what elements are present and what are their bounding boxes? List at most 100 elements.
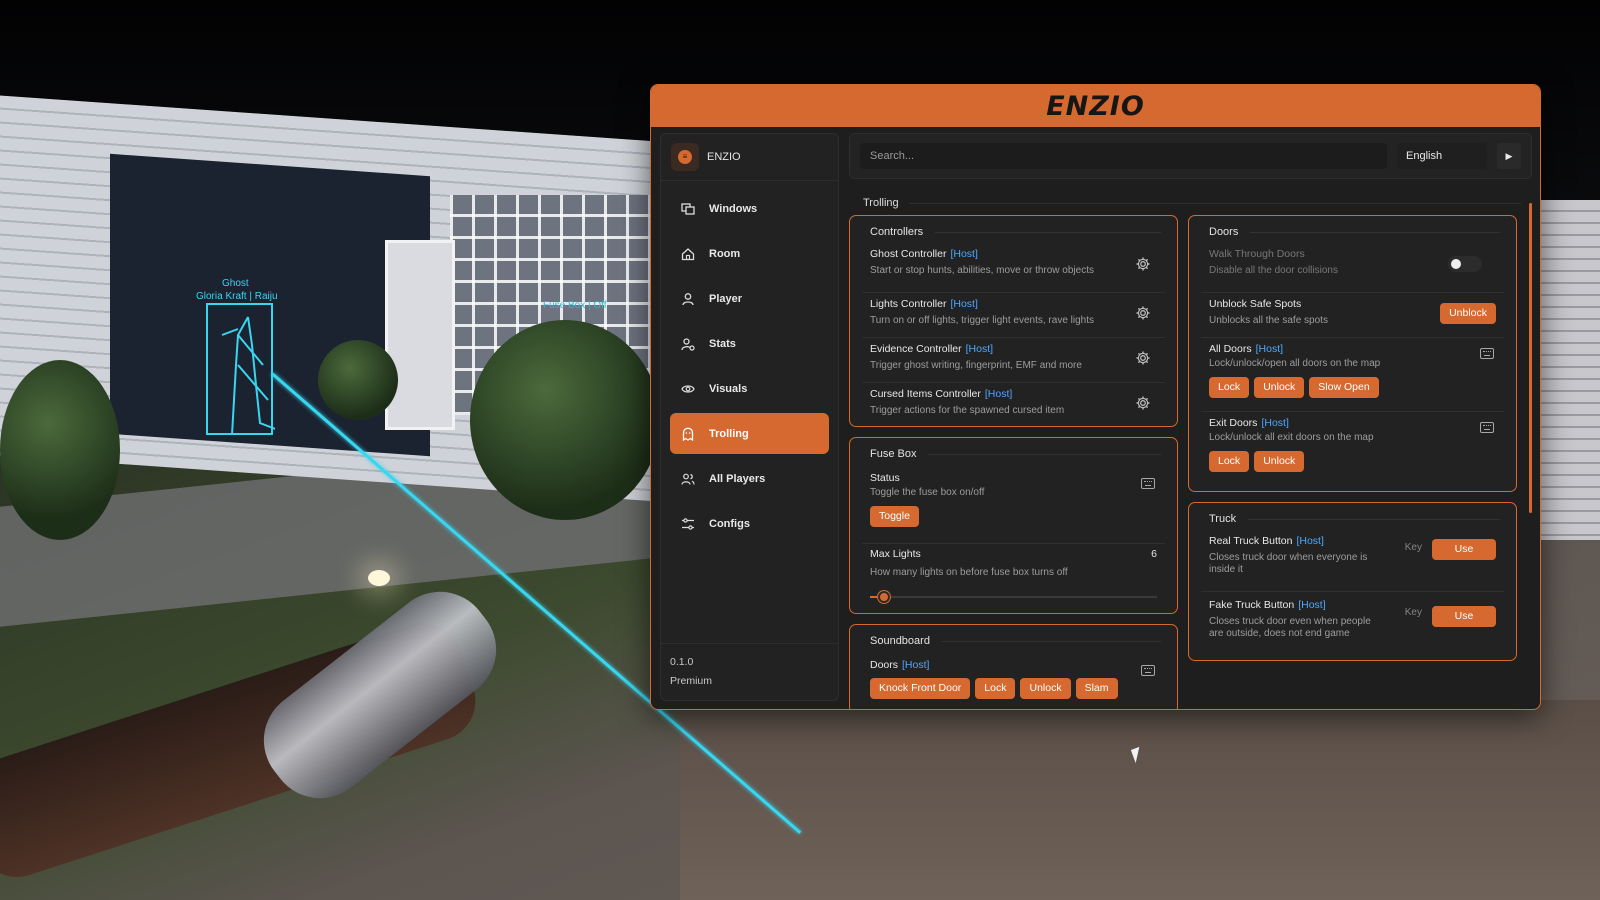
exit-doors-lock-button[interactable]: Lock	[1209, 451, 1250, 472]
row-title: Lights Controller	[870, 298, 947, 310]
sidebar-footer: 0.1.0 Premium	[661, 643, 838, 700]
host-tag: [Host]	[1261, 417, 1289, 429]
esp-ghost-name: Gloria Kraft | Raiju	[196, 291, 278, 302]
slow-open-button[interactable]: Slow Open	[1309, 377, 1379, 398]
truck-card: Truck Real Truck Button [Host] Closes tru…	[1188, 502, 1517, 661]
controllers-card: Controllers Ghost Controller [Host] Start…	[849, 215, 1178, 427]
sidebar-item-windows[interactable]: Windows	[670, 188, 829, 229]
sidebar-item-label: Configs	[709, 517, 750, 530]
scrollbar[interactable]	[1529, 203, 1532, 513]
enzio-menu-window: ENZIO ≡ ENZIO Windows Room Player Stats	[650, 84, 1541, 710]
keybind-field[interactable]: Key	[1405, 542, 1422, 553]
card-title: Fuse Box	[850, 438, 1177, 460]
keybind-icon[interactable]	[1141, 665, 1155, 676]
gear-icon[interactable]	[1135, 305, 1151, 321]
unlock-sound-button[interactable]: Unlock	[1020, 678, 1071, 699]
gear-icon[interactable]	[1135, 395, 1151, 411]
sidebar-header: ≡ ENZIO	[661, 134, 838, 181]
exit-doors-unlock-button[interactable]: Unlock	[1254, 451, 1305, 472]
walk-through-doors-toggle[interactable]	[1448, 256, 1482, 272]
evidence-controller-row[interactable]: Evidence Controller [Host] Trigger ghost …	[862, 338, 1165, 383]
sidebar-item-label: Windows	[709, 202, 758, 215]
all-doors-lock-button[interactable]: Lock	[1209, 377, 1250, 398]
row-title: Exit Doors	[1209, 417, 1258, 429]
home-icon	[681, 247, 695, 260]
row-title: Cursed Items Controller	[870, 388, 981, 400]
topbar: English ▶	[849, 133, 1532, 179]
slider-track	[870, 596, 1157, 598]
row-title: Status	[870, 472, 900, 484]
real-truck-use-button[interactable]: Use	[1432, 539, 1496, 560]
section-divider	[909, 203, 1521, 204]
max-lights-slider[interactable]	[870, 589, 1157, 605]
soundboard-card: Soundboard Doors [Host] Knock Front Door L…	[849, 624, 1178, 709]
neighbor-house	[1540, 200, 1600, 540]
cursed-items-controller-row[interactable]: Cursed Items Controller [Host] Trigger ac…	[862, 383, 1165, 425]
sidebar-title: ENZIO	[707, 151, 741, 163]
menu-titlebar[interactable]: ENZIO	[651, 85, 1540, 127]
row-title: Evidence Controller	[870, 343, 962, 355]
keybind-icon[interactable]	[1480, 422, 1494, 433]
host-tag: [Host]	[902, 659, 930, 671]
row-desc: How many lights on before fuse box turns…	[870, 567, 1068, 578]
host-tag: [Host]	[950, 298, 978, 310]
fuse-toggle-button[interactable]: Toggle	[870, 506, 919, 527]
keybind-field[interactable]: Key	[1405, 607, 1422, 618]
language-select[interactable]: English	[1397, 143, 1487, 169]
ghost-icon	[682, 427, 694, 441]
knock-front-door-button[interactable]: Knock Front Door	[870, 678, 971, 699]
sidebar-item-configs[interactable]: Configs	[670, 503, 829, 544]
section-title: Trolling	[863, 197, 899, 209]
sidebar-item-visuals[interactable]: Visuals	[670, 368, 829, 409]
version-label: 0.1.0	[670, 656, 694, 668]
keybind-icon[interactable]	[1141, 478, 1155, 489]
sidebar-item-player[interactable]: Player	[670, 278, 829, 319]
sidebar-item-room[interactable]: Room	[670, 233, 829, 274]
card-title: Soundboard	[850, 625, 1177, 647]
lock-sound-button[interactable]: Lock	[975, 678, 1016, 699]
sidebar-item-stats[interactable]: Stats	[670, 323, 829, 364]
exit-doors-row: Exit Doors [Host] Lock/unlock all exit do…	[1201, 412, 1504, 486]
main-panel: English ▶ Trolling Controllers Ghost Con…	[849, 133, 1532, 709]
lights-controller-row[interactable]: Lights Controller [Host] Turn on or off l…	[862, 293, 1165, 338]
fake-truck-button-row: Fake Truck Button [Host] Closes truck doo…	[1201, 592, 1504, 658]
ghost-controller-row[interactable]: Ghost Controller [Host] Start or stop hun…	[862, 248, 1165, 293]
potted-plant	[318, 340, 398, 420]
sidebar-item-trolling[interactable]: Trolling	[670, 413, 829, 454]
gear-icon[interactable]	[1135, 350, 1151, 366]
search-input[interactable]	[860, 143, 1387, 169]
language-next-button[interactable]: ▶	[1497, 143, 1521, 169]
max-lights-value: 6	[1151, 548, 1157, 560]
eye-icon	[681, 384, 695, 393]
row-title: Fake Truck Button	[1209, 599, 1295, 611]
front-door	[385, 240, 455, 430]
host-tag: [Host]	[1296, 535, 1324, 547]
slam-button[interactable]: Slam	[1075, 678, 1118, 699]
row-title: Max Lights	[870, 548, 921, 560]
host-tag: [Host]	[950, 248, 978, 260]
sidebar-item-label: All Players	[709, 472, 766, 485]
windows-icon	[681, 202, 695, 215]
row-title: Doors	[870, 659, 899, 671]
row-desc: Trigger actions for the spawned cursed i…	[870, 405, 1065, 416]
keybind-icon[interactable]	[1480, 348, 1494, 359]
tier-label: Premium	[670, 675, 713, 687]
row-title: Ghost Controller	[870, 248, 947, 260]
slider-thumb[interactable]	[878, 591, 891, 603]
shrub	[470, 320, 660, 520]
unblock-button[interactable]: Unblock	[1440, 303, 1496, 324]
users-icon	[681, 473, 695, 485]
all-doors-unlock-button[interactable]: Unlock	[1254, 377, 1305, 398]
row-title: Real Truck Button	[1209, 535, 1293, 547]
fuse-status-row: Status Toggle the fuse box on/off Toggle	[862, 472, 1165, 544]
enzio-logo: ENZIO	[1046, 90, 1145, 122]
row-desc: Turn on or off lights, trigger light eve…	[870, 315, 1094, 326]
sidebar: ≡ ENZIO Windows Room Player Stats Visual…	[660, 133, 839, 701]
gear-icon[interactable]	[1135, 256, 1151, 272]
fake-truck-use-button[interactable]: Use	[1432, 606, 1496, 627]
sliders-icon	[682, 517, 694, 530]
ghost-skeleton-icon	[221, 316, 279, 436]
real-truck-button-row: Real Truck Button [Host] Closes truck doo…	[1201, 535, 1504, 592]
walk-through-doors-row: Walk Through Doors Disable all the door …	[1201, 248, 1504, 293]
sidebar-item-all-players[interactable]: All Players	[670, 458, 829, 499]
